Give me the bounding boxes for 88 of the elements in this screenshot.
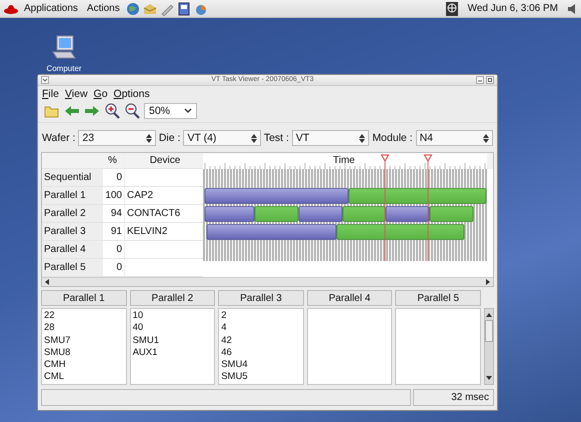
field-label: Module : xyxy=(372,132,413,144)
list-item: SMU7 xyxy=(44,334,72,347)
zoom-dropdown[interactable]: 50% xyxy=(144,103,198,120)
table-cell: KELVIN2 xyxy=(125,223,203,240)
row-header: Parallel 1 xyxy=(42,187,103,204)
row-header: Parallel 4 xyxy=(42,241,103,258)
table-cell: CAP2 xyxy=(125,187,203,204)
time-marker[interactable] xyxy=(380,154,390,261)
list-item: SMU1 xyxy=(132,334,160,347)
table-cell: CONTACT6 xyxy=(125,205,203,222)
menu-item[interactable]: File xyxy=(42,88,59,100)
list-item: 40 xyxy=(132,322,144,335)
row-header: Parallel 2 xyxy=(42,205,103,222)
list-item: CMH xyxy=(44,359,67,372)
spinner-icon[interactable] xyxy=(146,134,152,142)
table-cell: 0 xyxy=(103,241,125,258)
table-cell: 94 xyxy=(103,205,125,222)
vertical-scrollbar[interactable] xyxy=(484,308,494,385)
menu-item[interactable]: View xyxy=(64,88,88,100)
list-item: 42 xyxy=(221,334,233,347)
list-item: 28 xyxy=(44,322,56,335)
list-item: 2 xyxy=(221,310,228,322)
list-item: 46 xyxy=(221,346,233,360)
field-label: Test : xyxy=(264,132,289,144)
row-header: Sequential xyxy=(42,169,103,186)
scroll-thumb[interactable] xyxy=(484,320,493,342)
list-item: 4 xyxy=(221,322,228,335)
task-bar xyxy=(386,206,430,222)
time-marker[interactable] xyxy=(424,154,432,261)
menu-item[interactable]: Options xyxy=(114,88,150,100)
globe-icon[interactable] xyxy=(126,2,140,16)
status-field: 32 msec xyxy=(413,389,494,406)
document-icon[interactable] xyxy=(176,2,191,16)
list-item: 22 xyxy=(44,310,56,322)
icon-label[interactable]: Computer xyxy=(46,64,82,73)
mail-icon[interactable] xyxy=(142,2,157,16)
table-cell: 91 xyxy=(103,223,125,240)
hat-icon[interactable] xyxy=(4,4,18,14)
scroll-right-icon[interactable] xyxy=(485,279,491,285)
network-icon[interactable] xyxy=(444,0,459,16)
left-arrow-icon[interactable] xyxy=(64,105,80,118)
list-item: 10 xyxy=(132,310,144,322)
spinner-icon[interactable] xyxy=(250,134,257,142)
speaker-icon[interactable] xyxy=(567,2,577,14)
caret-icon[interactable] xyxy=(184,108,192,114)
combo-box[interactable]: VT xyxy=(292,130,370,146)
clock[interactable]: Wed Jun 6, 3:06 PM xyxy=(462,3,564,14)
column-header[interactable]: Parallel 5 xyxy=(395,290,481,306)
list-item: SMU5 xyxy=(221,371,249,384)
scroll-down-icon[interactable] xyxy=(486,375,492,381)
window-menu-icon[interactable] xyxy=(41,76,49,84)
minimize-icon[interactable] xyxy=(476,76,484,84)
scroll-left-icon[interactable] xyxy=(44,279,50,285)
spinner-icon[interactable] xyxy=(359,134,366,142)
scroll-up-icon[interactable] xyxy=(486,312,492,318)
menu-item[interactable]: Go xyxy=(94,88,108,100)
task-bar xyxy=(430,206,474,222)
combo-box[interactable]: VT (4) xyxy=(183,130,261,146)
column-header[interactable]: Parallel 4 xyxy=(306,290,392,306)
computer-icon[interactable] xyxy=(51,34,77,60)
list-item: SMU4 xyxy=(221,359,249,372)
column-header: Time xyxy=(333,155,355,166)
field-label: Wafer : xyxy=(42,132,76,144)
task-bar xyxy=(204,206,254,222)
spinner-icon[interactable] xyxy=(482,134,489,142)
panel-menu[interactable]: Applications xyxy=(21,3,81,14)
combo-box[interactable]: 23 xyxy=(78,130,156,146)
list-item: SMU8 xyxy=(44,346,72,360)
zoom-in-icon[interactable] xyxy=(104,103,120,120)
panel-menu[interactable]: Actions xyxy=(84,3,123,14)
task-bar xyxy=(254,206,298,222)
maximize-icon[interactable] xyxy=(486,76,494,84)
list-item: CML xyxy=(44,371,66,384)
table-cell: 100 xyxy=(103,187,125,204)
zoom-out-icon[interactable] xyxy=(124,103,140,120)
column-header[interactable]: Parallel 2 xyxy=(130,290,216,306)
task-bar xyxy=(298,206,342,222)
column-header[interactable]: Parallel 1 xyxy=(41,290,127,306)
row-header: Parallel 3 xyxy=(42,223,103,240)
table-cell: 0 xyxy=(103,169,125,186)
combo-box[interactable]: N4 xyxy=(416,130,493,146)
task-bar xyxy=(342,206,386,222)
field-label: Die : xyxy=(158,132,180,144)
list-item: AUX1 xyxy=(132,346,158,360)
horizontal-scrollbar[interactable] xyxy=(42,277,493,286)
row-header: Parallel 5 xyxy=(42,259,103,276)
column-header[interactable]: Parallel 3 xyxy=(218,290,304,306)
table-cell: 0 xyxy=(103,259,125,276)
